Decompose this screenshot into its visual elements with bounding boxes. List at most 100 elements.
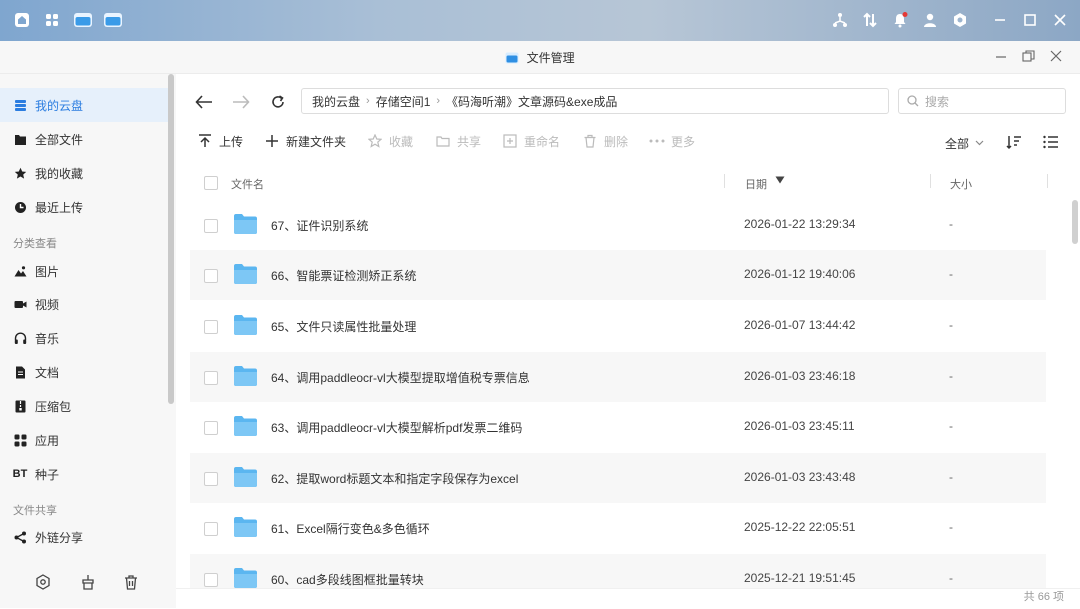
table-row[interactable]: 64、调用paddleocr-vl大模型提取增值税专票信息 2026-01-03… (190, 352, 1046, 402)
table-row[interactable]: 65、文件只读属性批量处理 2026-01-07 13:44:42 - (190, 301, 1046, 351)
favorite-label: 收藏 (389, 134, 414, 149)
sort-desc-icon[interactable] (775, 175, 785, 187)
sidebar-item-videos[interactable]: 视频 (0, 287, 168, 321)
cleanup-brush-icon[interactable] (80, 574, 96, 593)
file-name[interactable]: 62、提取word标题文本和指定字段保存为excel (271, 470, 518, 487)
folder-icon (234, 467, 257, 487)
column-divider[interactable] (1047, 174, 1048, 188)
upload-button[interactable]: 上传 (197, 132, 243, 150)
bt-torrent-icon: BT (12, 468, 28, 480)
folder-icon (234, 416, 257, 436)
network-icon[interactable] (830, 10, 850, 30)
column-header-size[interactable]: 大小 (950, 176, 972, 192)
row-checkbox[interactable] (204, 219, 218, 233)
more-button[interactable]: 更多 (649, 132, 695, 150)
file-name[interactable]: 66、智能票证检测矫正系统 (271, 267, 416, 284)
row-checkbox[interactable] (204, 573, 218, 587)
sidebar-item-all-files[interactable]: 全部文件 (0, 122, 168, 156)
column-header-name[interactable]: 文件名 (231, 176, 264, 192)
file-size: - (949, 470, 953, 484)
table-row[interactable]: 62、提取word标题文本和指定字段保存为excel 2026-01-03 23… (190, 453, 1046, 503)
favorite-button[interactable]: 收藏 (367, 132, 413, 150)
table-row[interactable]: 63、调用paddleocr-vl大模型解析pdf发票二维码 2026-01-0… (190, 402, 1046, 452)
file-date: 2026-01-07 13:44:42 (744, 318, 856, 332)
breadcrumb-item[interactable]: 我的云盘 (312, 93, 360, 110)
filter-dropdown[interactable]: 全部 (945, 134, 984, 152)
file-name[interactable]: 61、Excel隔行变色&多色循环 (271, 520, 430, 537)
sidebar-item-images[interactable]: 图片 (0, 254, 168, 288)
table-row[interactable]: 67、证件识别系统 2026-01-22 13:29:34 - (190, 200, 1046, 250)
row-checkbox[interactable] (204, 421, 218, 435)
notification-bell-icon[interactable] (890, 10, 910, 30)
main-panel: 我的云盘 › 存储空间1 › 《码海听潮》文章源码&exe成品 搜索 上传 新建… (176, 74, 1080, 609)
row-checkbox[interactable] (204, 472, 218, 486)
close-icon[interactable] (1050, 10, 1070, 30)
delete-button[interactable]: 删除 (582, 132, 628, 150)
sidebar-item-music[interactable]: 音乐 (0, 321, 168, 355)
sidebar-scrollbar[interactable] (168, 74, 174, 404)
sidebar-item-label: 我的收藏 (35, 166, 84, 181)
transfer-icon[interactable] (860, 10, 880, 30)
maximize-icon[interactable] (1020, 10, 1040, 30)
refresh-icon[interactable] (267, 91, 289, 113)
window-close-icon[interactable] (1050, 50, 1062, 65)
table-row[interactable]: 66、智能票证检测矫正系统 2026-01-12 19:40:06 - (190, 250, 1046, 300)
file-name[interactable]: 65、文件只读属性批量处理 (271, 318, 416, 335)
disk-settings-icon[interactable] (35, 574, 51, 593)
user-icon[interactable] (920, 10, 940, 30)
back-arrow-icon[interactable] (193, 91, 215, 113)
new-folder-button[interactable]: 新建文件夹 (264, 132, 346, 150)
folder-icon (234, 315, 257, 335)
row-checkbox[interactable] (204, 371, 218, 385)
sort-icon[interactable] (1006, 134, 1022, 153)
row-checkbox[interactable] (204, 522, 218, 536)
file-name[interactable]: 63、调用paddleocr-vl大模型解析pdf发票二维码 (271, 419, 522, 436)
chevron-down-icon (975, 140, 984, 146)
file-manager-taskbar-icon[interactable] (72, 10, 94, 30)
sidebar-item-torrents[interactable]: BT 种子 (0, 457, 168, 491)
file-manager-taskbar-icon-2[interactable] (102, 10, 124, 30)
list-view-icon[interactable] (1043, 135, 1059, 152)
recycle-bin-icon[interactable] (123, 574, 139, 593)
file-manager-app-icon (505, 52, 519, 64)
window-restore-icon[interactable] (1022, 50, 1035, 66)
status-bar (176, 588, 1080, 609)
search-input[interactable]: 搜索 (898, 88, 1066, 114)
select-all-checkbox[interactable] (204, 176, 218, 190)
sidebar-item-link-share[interactable]: 外链分享 (0, 520, 168, 554)
column-divider[interactable] (930, 174, 931, 188)
sidebar-item-archives[interactable]: 压缩包 (0, 389, 168, 423)
file-size: - (949, 217, 953, 231)
sidebar-item-recent-upload[interactable]: 最近上传 (0, 190, 168, 224)
file-name[interactable]: 67、证件识别系统 (271, 217, 368, 234)
breadcrumb[interactable]: 我的云盘 › 存储空间1 › 《码海听潮》文章源码&exe成品 (301, 88, 889, 114)
column-header-date[interactable]: 日期 (745, 176, 767, 192)
share-button[interactable]: 共享 (435, 132, 481, 150)
video-icon (13, 297, 27, 311)
main-scrollbar[interactable] (1072, 200, 1078, 244)
column-divider[interactable] (724, 174, 725, 188)
rename-button[interactable]: 重命名 (502, 132, 560, 150)
minimize-icon[interactable] (990, 10, 1010, 30)
file-name[interactable]: 60、cad多段线图框批量转块 (271, 571, 424, 588)
sidebar-item-favorites[interactable]: 我的收藏 (0, 156, 168, 190)
home-icon[interactable] (12, 10, 32, 30)
window-minimize-icon[interactable] (995, 51, 1007, 66)
breadcrumb-item-current[interactable]: 《码海听潮》文章源码&exe成品 (446, 93, 617, 110)
file-name[interactable]: 64、调用paddleocr-vl大模型提取增值税专票信息 (271, 369, 530, 386)
forward-arrow-icon[interactable] (230, 91, 252, 113)
sidebar-item-my-cloud[interactable]: 我的云盘 (0, 88, 168, 122)
trash-icon (582, 133, 598, 149)
row-checkbox[interactable] (204, 320, 218, 334)
settings-gear-icon[interactable] (950, 10, 970, 30)
app-grid-icon[interactable] (42, 10, 62, 30)
row-checkbox[interactable] (204, 269, 218, 283)
table-row[interactable]: 61、Excel隔行变色&多色循环 2025-12-22 22:05:51 - (190, 503, 1046, 553)
sidebar-item-label: 应用 (35, 433, 60, 448)
sidebar-item-documents[interactable]: 文档 (0, 355, 168, 389)
star-outline-icon (367, 133, 383, 149)
sidebar-item-apps[interactable]: 应用 (0, 423, 168, 457)
headphones-icon (13, 331, 27, 345)
breadcrumb-item[interactable]: 存储空间1 (376, 93, 431, 110)
delete-label: 删除 (604, 134, 629, 149)
